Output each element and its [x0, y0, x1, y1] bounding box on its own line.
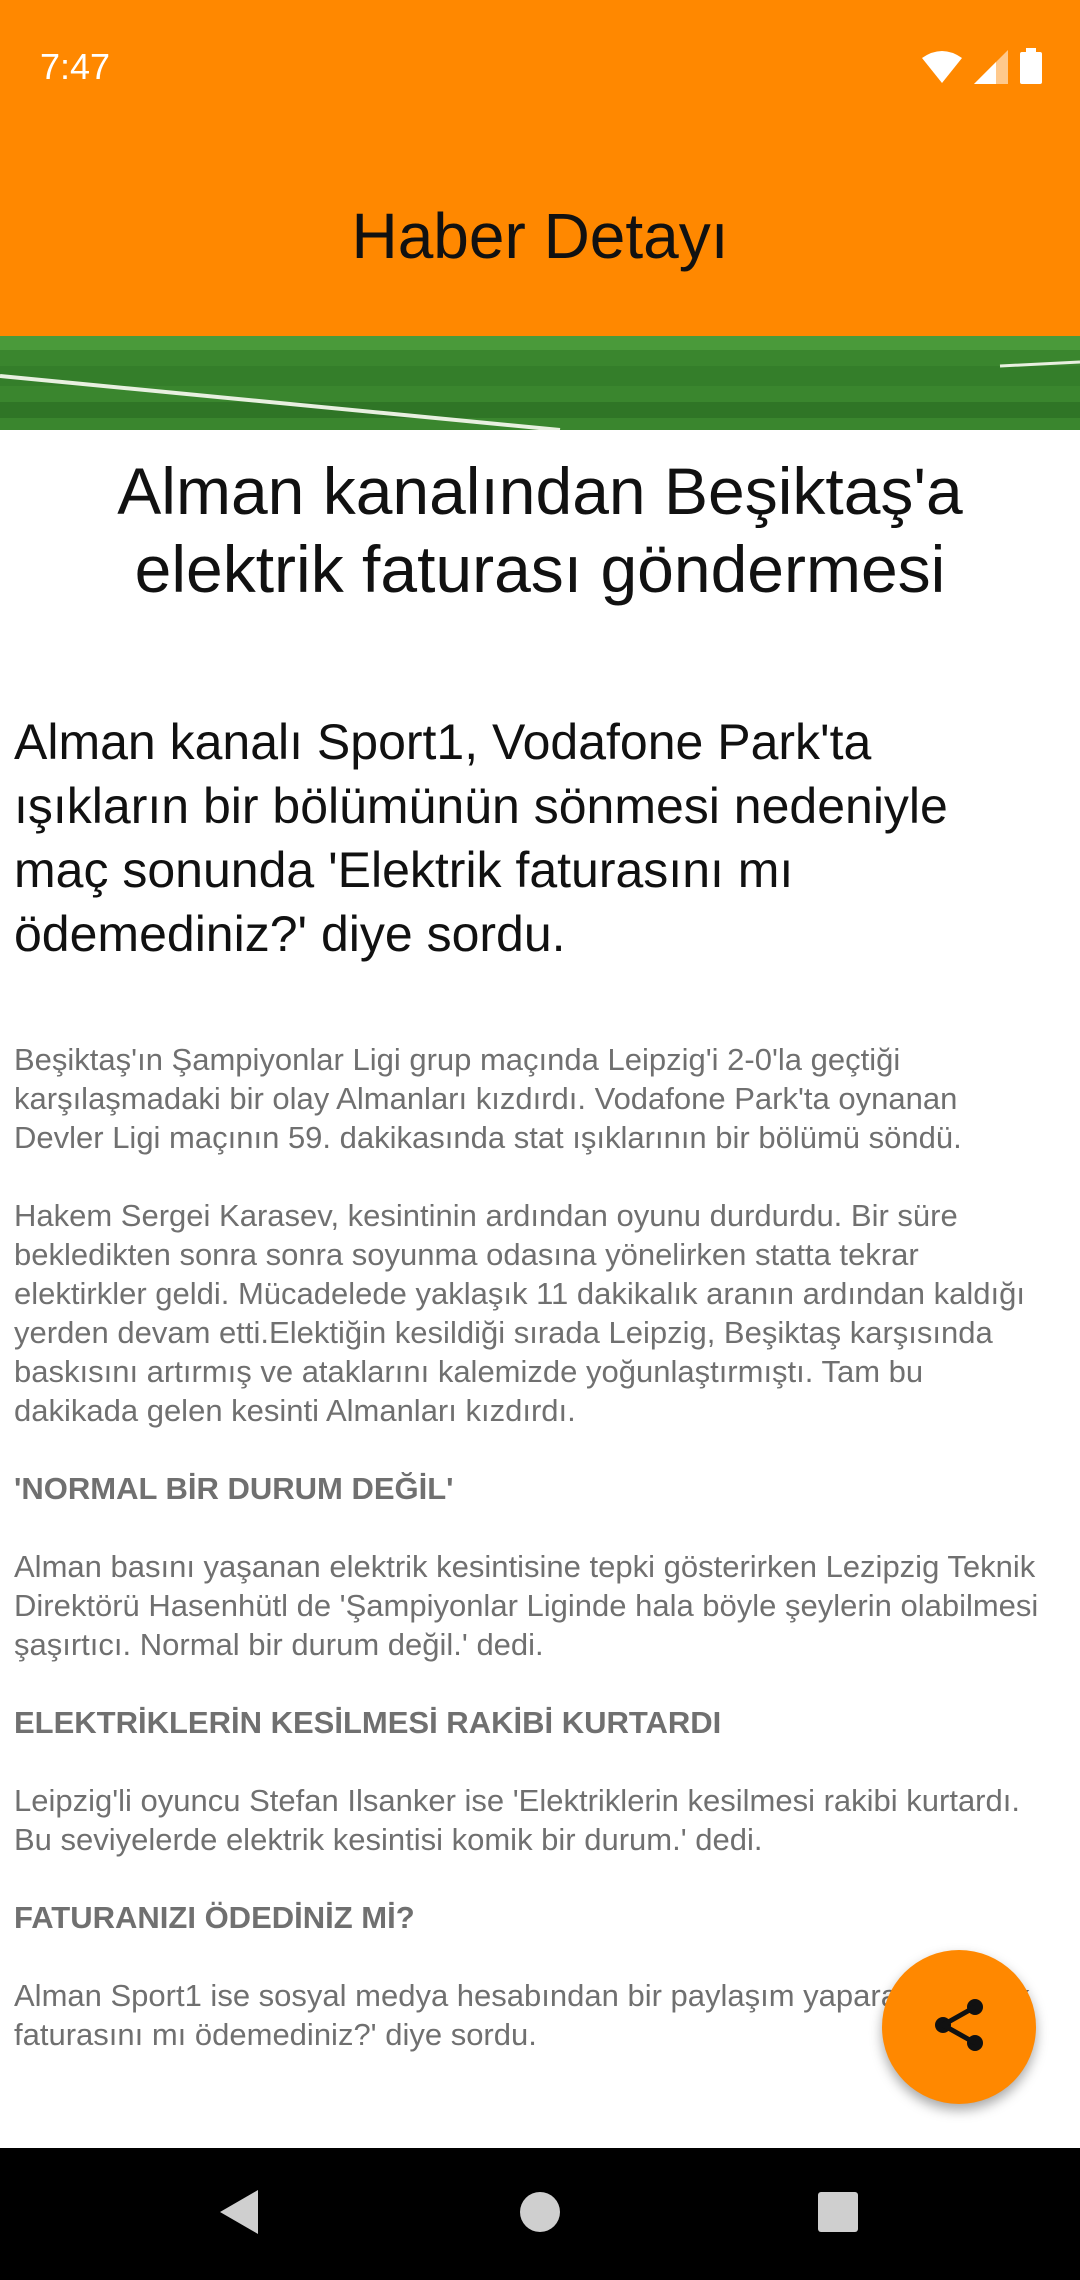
- hero-image: [0, 336, 1080, 430]
- article-paragraph: Hakem Sergei Karasev, kesintinin ardında…: [14, 1198, 1025, 1428]
- wifi-icon: [922, 50, 962, 89]
- article-body: Beşiktaş'ın Şampiyonlar Ligi grup maçınd…: [14, 1040, 1054, 2054]
- article-subheading: 'NORMAL BİR DURUM DEĞİL': [14, 1471, 454, 1506]
- navigation-bar: [0, 2148, 1080, 2280]
- app-bar: Haber Detayı: [0, 136, 1080, 336]
- signal-icon: [974, 50, 1008, 89]
- back-icon: [218, 2188, 262, 2241]
- home-icon: [518, 2190, 562, 2239]
- recents-button[interactable]: [804, 2180, 872, 2248]
- app-bar-title: Haber Detayı: [351, 200, 729, 272]
- battery-icon: [1020, 48, 1042, 89]
- recents-icon: [817, 2191, 859, 2238]
- article-summary: Alman kanalı Sport1, Vodafone Park'ta ış…: [14, 714, 948, 962]
- article-headline: Alman kanalından Beşiktaş'a elektrik fat…: [117, 454, 963, 606]
- article-paragraph: Alman basını yaşanan elektrik kesintisin…: [14, 1549, 1039, 1662]
- share-icon: [929, 1995, 989, 2060]
- article-paragraph: Beşiktaş'ın Şampiyonlar Ligi grup maçınd…: [14, 1042, 962, 1155]
- article-subheading: ELEKTRİKLERİN KESİLMESİ RAKİBİ KURTARDI: [14, 1705, 722, 1740]
- article-subheading: FATURANIZI ÖDEDİNİZ Mİ?: [14, 1900, 415, 1935]
- share-button[interactable]: [882, 1950, 1036, 2104]
- home-button[interactable]: [506, 2180, 574, 2248]
- article-paragraph: Leipzig'li oyuncu Stefan Ilsanker ise 'E…: [14, 1783, 1020, 1857]
- back-button[interactable]: [206, 2180, 274, 2248]
- status-time: 7:47: [40, 46, 111, 87]
- status-icons: [922, 48, 1042, 89]
- status-bar: 7:47: [0, 0, 1080, 136]
